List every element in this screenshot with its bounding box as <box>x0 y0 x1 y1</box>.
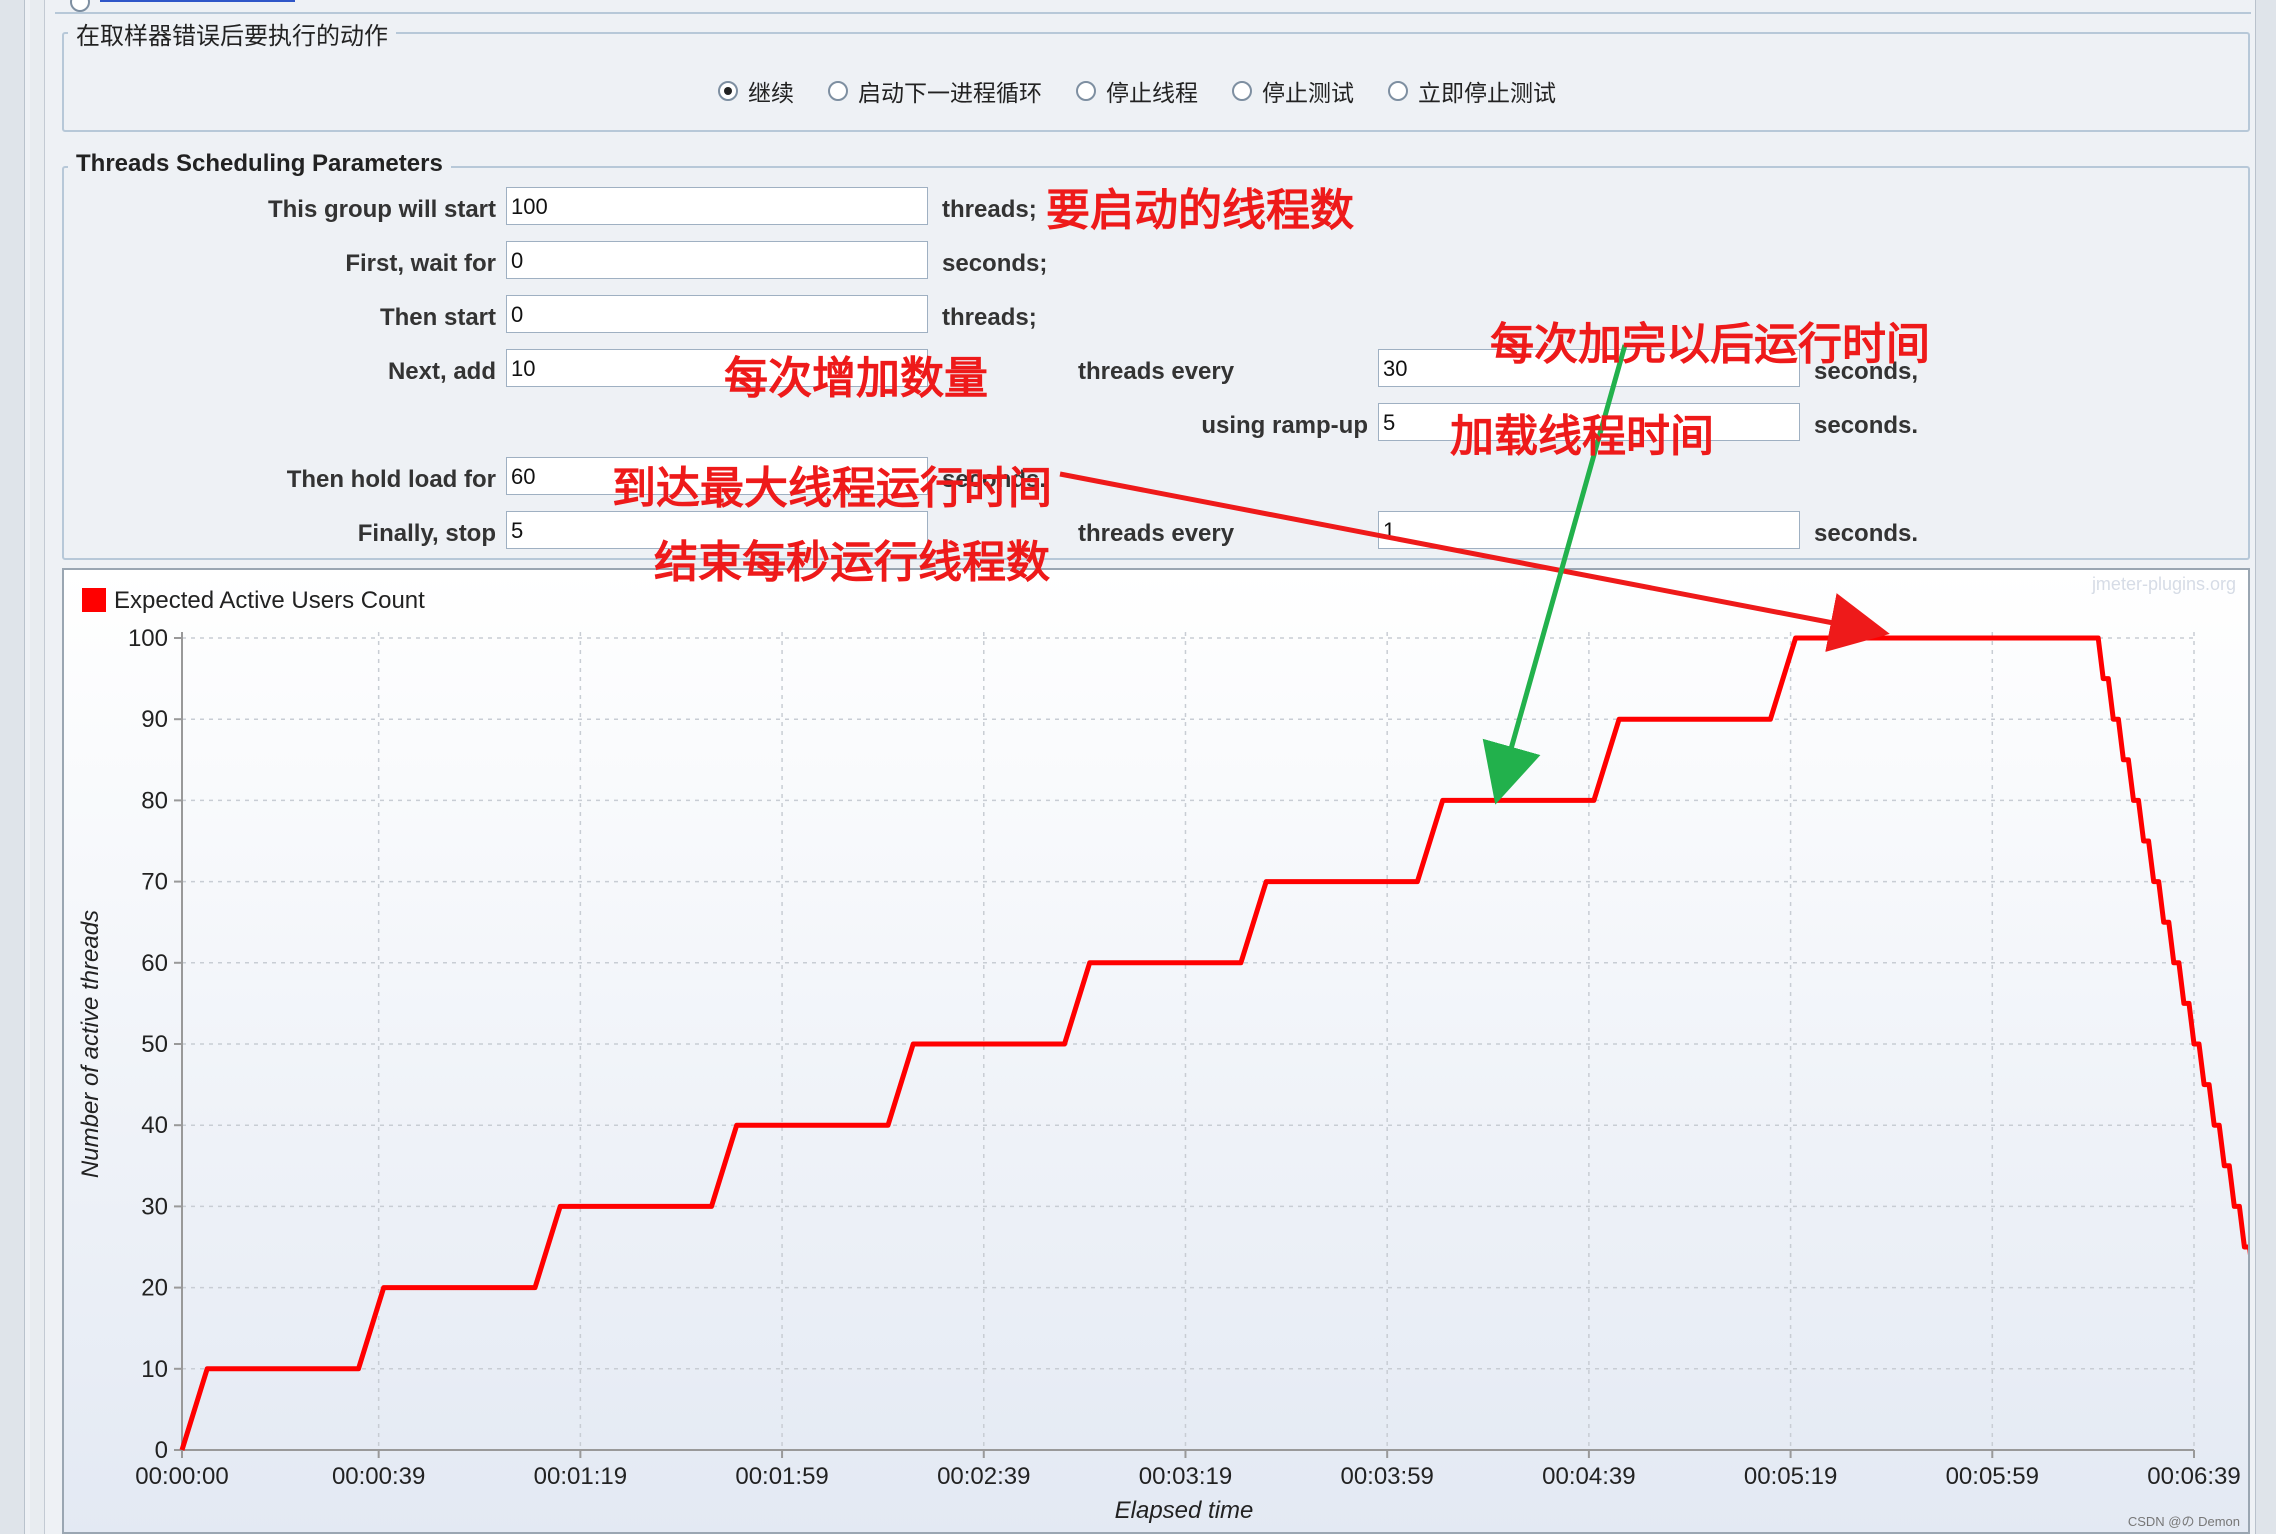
y-tick-label: 80 <box>141 787 168 814</box>
rampup-unit: seconds. <box>1814 412 1919 439</box>
x-axis-label: Elapsed time <box>1115 1497 1254 1524</box>
radio-label: 停止线程 <box>1106 81 1198 107</box>
y-tick-label: 10 <box>141 1356 168 1383</box>
stop-interval-input[interactable]: 1 <box>1378 511 1800 549</box>
y-axis-label: Number of active threads <box>77 910 104 1178</box>
left-frame-edge <box>0 0 25 1534</box>
radio-label: 停止测试 <box>1262 81 1354 107</box>
next-add-label: Next, add <box>387 358 496 385</box>
y-tick-label: 40 <box>141 1112 168 1139</box>
y-tick-label: 20 <box>141 1275 168 1302</box>
thread-schedule-chart: 0 10 20 30 40 50 60 70 80 90 100 00:00:00 00:00:39 0… <box>62 568 2250 1534</box>
initial-delay-input[interactable]: 0 <box>506 241 928 279</box>
annotation-stop-per-second: 结束每秒运行线程数 <box>654 537 1050 588</box>
tree-panel-edge <box>30 0 45 1534</box>
annotation-max-thread-runtime: 到达最大线程运行时间 <box>612 463 1052 514</box>
wait-label: First, wait for <box>345 250 496 277</box>
start-label: This group will start <box>267 196 496 223</box>
sampler-error-action-title: 在取样器错误后要执行的动作 <box>68 16 396 51</box>
y-tick-label: 0 <box>155 1437 168 1464</box>
jmeter-plugins-watermark: jmeter-plugins.org <box>2091 574 2236 594</box>
y-tick-label: 30 <box>141 1193 168 1220</box>
radio-label: 继续 <box>748 81 794 107</box>
wait-unit: seconds; <box>942 250 1048 277</box>
chart-canvas: 0 10 20 30 40 50 60 70 80 90 100 00:00:00 00:00:39 0… <box>64 570 2248 1532</box>
error-action-radio-group: 继续 启动下一进程循环 停止线程 停止测试 立即停止测试 <box>718 74 1556 108</box>
threads-scheduling-title: Threads Scheduling Parameters <box>68 150 451 178</box>
next-add-every: threads every <box>1078 358 1235 385</box>
x-tick-label: 00:01:19 <box>534 1463 627 1490</box>
start-unit: threads; <box>942 196 1037 223</box>
x-tick-label: 00:03:59 <box>1340 1463 1433 1490</box>
radio-label: 启动下一进程循环 <box>858 81 1042 107</box>
radio-selected-icon[interactable] <box>718 81 738 101</box>
y-tick-label: 100 <box>128 625 168 652</box>
then-start-unit: threads; <box>942 304 1037 331</box>
y-tick-label: 70 <box>141 869 168 896</box>
previous-panel-bottom <box>55 0 2251 14</box>
x-tick-label: 00:02:39 <box>937 1463 1030 1490</box>
x-tick-label: 00:00:00 <box>135 1463 228 1490</box>
radio-icon[interactable] <box>828 81 848 101</box>
then-start-label: Then start <box>379 304 496 331</box>
radio-label: 立即停止测试 <box>1418 81 1556 107</box>
right-scrollbar[interactable] <box>2255 0 2276 1534</box>
x-tick-label: 00:06:39 <box>2147 1463 2240 1490</box>
radio-icon[interactable] <box>1076 81 1096 101</box>
rampup-label: using ramp-up <box>1201 412 1368 439</box>
radio-stop-test-now[interactable]: 立即停止测试 <box>1388 74 1556 108</box>
stop-unit: seconds. <box>1814 520 1919 547</box>
annotation-threads-to-start: 要启动的线程数 <box>1046 185 1354 236</box>
csdn-credit: CSDN @の Demon <box>2128 1514 2240 1529</box>
y-tick-label: 50 <box>141 1031 168 1058</box>
legend-label: Expected Active Users Count <box>114 587 425 614</box>
x-tick-label: 00:04:39 <box>1542 1463 1635 1490</box>
radio-stop-test[interactable]: 停止测试 <box>1232 74 1354 108</box>
x-tick-label: 00:01:59 <box>735 1463 828 1490</box>
x-tick-label: 00:05:19 <box>1744 1463 1837 1490</box>
annotation-increment-count: 每次增加数量 <box>724 353 988 404</box>
radio-continue[interactable]: 继续 <box>718 74 794 108</box>
stop-every: threads every <box>1078 520 1235 547</box>
x-tick-label: 00:03:19 <box>1139 1463 1232 1490</box>
annotation-rampup-time: 加载线程时间 <box>1450 411 1714 462</box>
y-tick-label: 60 <box>141 950 168 977</box>
chart-background <box>64 570 2248 1532</box>
x-tick-label: 00:05:59 <box>1946 1463 2039 1490</box>
radio-icon[interactable] <box>1388 81 1408 101</box>
link-underline[interactable] <box>100 0 295 2</box>
radio-start-next-loop[interactable]: 启动下一进程循环 <box>828 74 1042 108</box>
radio-icon[interactable] <box>1232 81 1252 101</box>
y-tick-label: 90 <box>141 706 168 733</box>
legend-swatch <box>82 588 106 612</box>
hold-label: Then hold load for <box>286 466 496 493</box>
start-threads-input[interactable]: 100 <box>506 187 928 225</box>
then-start-input[interactable]: 0 <box>506 295 928 333</box>
annotation-run-after-increment: 每次加完以后运行时间 <box>1490 319 1930 370</box>
radio-stop-thread[interactable]: 停止线程 <box>1076 74 1198 108</box>
stop-label: Finally, stop <box>357 520 496 547</box>
x-tick-label: 00:00:39 <box>332 1463 425 1490</box>
